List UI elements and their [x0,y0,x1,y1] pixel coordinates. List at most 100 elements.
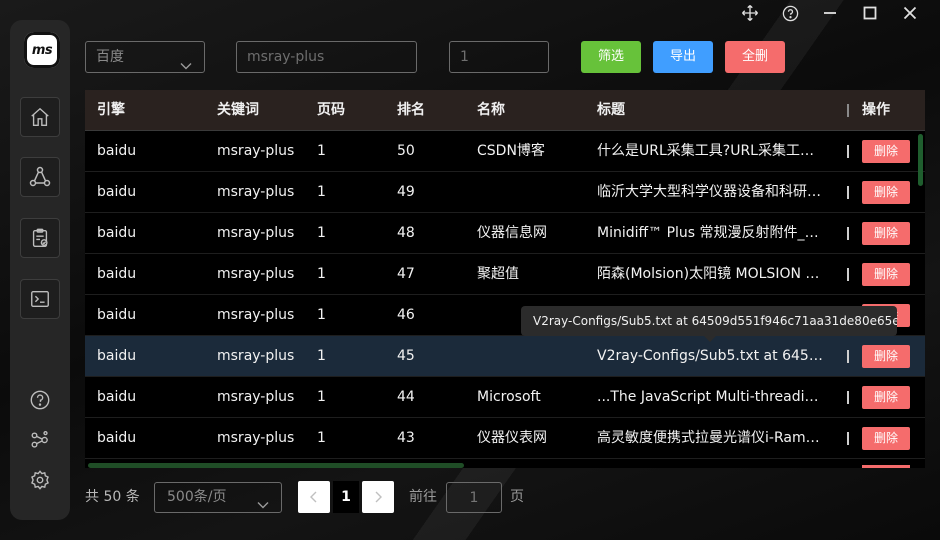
cell-engine: baidu [97,307,137,323]
cell-keyword: msray-plus [217,430,295,446]
cell-engine: baidu [97,430,137,446]
header-engine[interactable]: 引擎 [97,90,125,131]
table-row[interactable]: baidu msray-plus 1 44 Microsoft ...The JavaSc… [85,377,925,418]
hidden-column-marker [847,145,849,158]
current-page[interactable]: 1 [333,481,359,513]
goto-label: 前往 [409,489,437,505]
tooltip-arrow [704,336,716,342]
cell-rank: 48 [397,225,415,241]
chevron-down-icon [180,52,192,82]
delete-all-button[interactable]: 全删 [725,41,785,73]
table-row[interactable]: baidu msray-plus 1 47 聚超值 陌森(Molsion)太阳镜 MOLS… [85,254,925,295]
cell-keyword: msray-plus [217,266,295,282]
chevron-down-icon [257,492,269,521]
page-unit-label: 页 [510,489,524,505]
cell-engine: baidu [97,225,137,241]
engine-select[interactable]: 百度 [85,41,205,73]
next-page-button[interactable] [362,481,394,513]
cell-engine: baidu [97,266,137,282]
delete-row-button[interactable]: 删除 [862,345,910,368]
cell-name: CSDN博客 [477,143,545,159]
table-row[interactable]: baidu msray-plus 1 43 仪器仪表网 高灵敏度便携式拉曼光谱仪i-Ram… [85,418,925,459]
table-header: 引擎 关键词 页码 排名 名称 标题 操作 [85,90,925,131]
page-input[interactable] [449,41,549,73]
cell-rank: 44 [397,389,415,405]
cell-keyword: msray-plus [217,143,295,159]
engine-select-value: 百度 [96,49,124,65]
cell-keyword: msray-plus [217,307,295,323]
hidden-column-marker [847,186,849,199]
cell-name: 仪器信息网 [477,225,547,241]
home-icon[interactable] [20,97,60,137]
horizontal-scrollbar[interactable] [88,463,464,468]
cell-rank: 46 [397,307,415,323]
close-icon[interactable] [898,2,922,24]
cell-keyword: msray-plus [217,184,295,200]
table-row[interactable]: baidu msray-plus 1 50 CSDN博客 什么是URL采集工具?URL采集… [85,131,925,172]
header-action: 操作 [862,102,890,118]
cell-rank: 50 [397,143,415,159]
cell-title: Minidiff™ Plus 常规漫反射附件_仪器信息网 [597,225,827,241]
clipboard-check-icon[interactable] [20,218,60,258]
hidden-column-marker [847,268,849,281]
cell-name: 聚超值 [477,266,519,282]
cell-rank: 43 [397,430,415,446]
cell-engine: baidu [97,143,137,159]
table-row[interactable]: baidu msray-plus 1 45 V2ray-Configs/Sub5.txt… [85,336,925,377]
header-rank[interactable]: 排名 [397,90,425,131]
header-page[interactable]: 页码 [317,90,345,131]
header-column-divider [847,104,849,117]
cell-title: 高灵敏度便携式拉曼光谱仪i-Raman Plus [597,430,827,446]
cell-engine: baidu [97,184,137,200]
delete-row-button[interactable]: 删除 [862,140,910,163]
partial-delete-button [862,465,910,468]
settings-icon[interactable] [27,467,53,493]
cell-rank: 49 [397,184,415,200]
prev-page-button[interactable] [298,481,330,513]
cell-title: ...The JavaScript Multi-threading Librar… [597,389,827,405]
header-keyword[interactable]: 关键词 [217,90,259,131]
maximize-icon[interactable] [858,2,882,24]
vertical-scrollbar[interactable] [918,134,923,186]
delete-row-button[interactable]: 删除 [862,263,910,286]
delete-row-button[interactable]: 删除 [862,386,910,409]
network-icon[interactable] [20,157,60,197]
cell-keyword: msray-plus [217,348,295,364]
minimize-icon[interactable] [818,2,842,24]
goto-page-input[interactable] [446,482,502,513]
cell-title: 什么是URL采集工具?URL采集工具有哪些功能 [597,143,827,159]
help-icon[interactable] [778,2,802,24]
cell-title: V2ray-Configs/Sub5.txt at 64509d551f946c… [597,348,827,364]
cell-page: 1 [317,266,326,282]
table-row[interactable]: baidu msray-plus 1 48 仪器信息网 Minidiff™ Plus 常规… [85,213,925,254]
keyword-input[interactable] [236,41,417,73]
filter-button[interactable]: 筛选 [581,41,641,73]
header-name[interactable]: 名称 [477,90,505,131]
export-button[interactable]: 导出 [653,41,713,73]
delete-row-button[interactable]: 删除 [862,181,910,204]
help-icon[interactable] [27,387,53,413]
sidebar: ms [10,20,70,520]
cell-name: 仪器仪表网 [477,430,547,446]
move-icon[interactable] [738,2,762,24]
delete-row-button[interactable]: 删除 [862,222,910,245]
share-icon[interactable] [27,427,53,453]
hidden-column-marker [847,227,849,240]
delete-row-button[interactable]: 删除 [862,427,910,450]
cell-title: 陌森(Molsion)太阳镜 MOLSION MS1002 [597,266,827,282]
cell-page: 1 [317,307,326,323]
cell-keyword: msray-plus [217,389,295,405]
page-size-select[interactable]: 500条/页 [154,482,282,513]
hidden-column-marker [847,391,849,404]
table-row[interactable]: baidu msray-plus 1 49 临沂大学大型科学仪器设备和科研平台 删除 [85,172,925,213]
hidden-column-marker [847,350,849,363]
cell-engine: baidu [97,348,137,364]
header-title[interactable]: 标题 [597,90,625,131]
cell-page: 1 [317,430,326,446]
hidden-column-marker [847,432,849,445]
cell-page: 1 [317,225,326,241]
app-logo: ms [24,32,60,68]
results-table: 引擎 关键词 页码 排名 名称 标题 操作 baidu msray-plus 1 50… [85,90,925,468]
terminal-icon[interactable] [20,279,60,319]
page-size-value: 500条/页 [167,489,227,505]
